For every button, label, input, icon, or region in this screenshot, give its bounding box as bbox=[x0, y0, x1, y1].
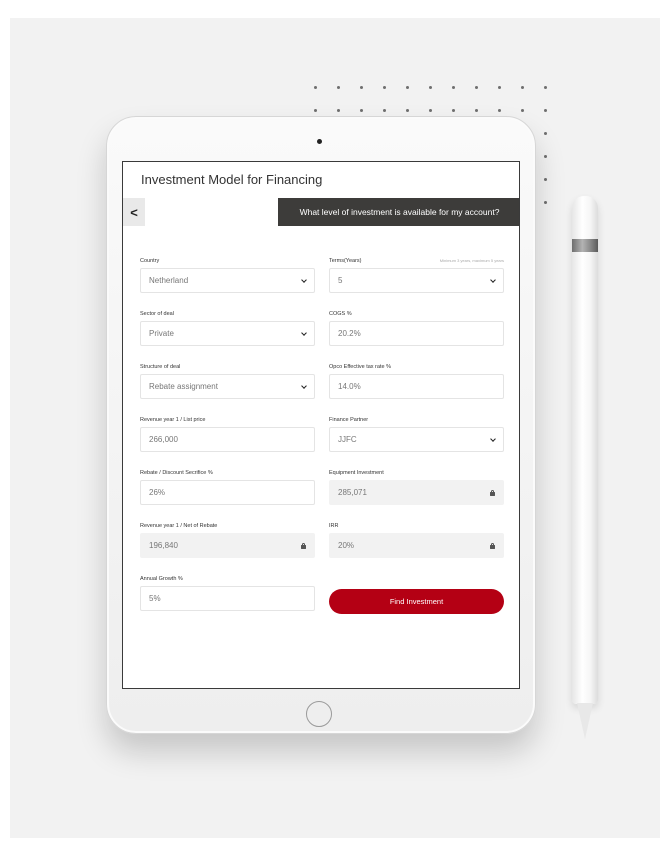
dot bbox=[429, 86, 432, 89]
dot bbox=[544, 132, 547, 135]
back-button[interactable]: < bbox=[123, 198, 145, 226]
structure-label: Structure of deal bbox=[140, 364, 181, 370]
question-banner: What level of investment is available fo… bbox=[278, 198, 519, 226]
finance-partner-select[interactable]: JJFC bbox=[329, 427, 504, 452]
dot bbox=[475, 86, 478, 89]
pencil-band bbox=[572, 239, 598, 252]
irr-field: IRR 20% bbox=[329, 522, 504, 558]
dot bbox=[337, 86, 340, 89]
finance-partner-field: Finance Partner JJFC bbox=[329, 416, 504, 452]
equipment-value: 285,071 bbox=[338, 488, 367, 497]
revenue-net-label: Revenue year 1 / Net of Rebate bbox=[140, 523, 218, 529]
app-screen: Investment Model for Financing < What le… bbox=[122, 161, 520, 689]
home-button[interactable] bbox=[306, 701, 332, 727]
chevron-down-icon bbox=[490, 276, 496, 283]
dot bbox=[429, 109, 432, 112]
revenue-net-readonly: 196,840 bbox=[140, 533, 315, 558]
dot bbox=[383, 109, 386, 112]
rebate-label: Rebate / Discount Secrifice % bbox=[140, 470, 213, 476]
sector-label: Sector of deal bbox=[140, 311, 174, 317]
cogs-input[interactable]: 20.2% bbox=[329, 321, 504, 346]
chevron-down-icon bbox=[301, 329, 307, 336]
dot bbox=[452, 109, 455, 112]
chevron-down-icon bbox=[301, 382, 307, 389]
tablet-device: Investment Model for Financing < What le… bbox=[106, 116, 536, 734]
lock-icon bbox=[301, 542, 306, 549]
sector-select[interactable]: Private bbox=[140, 321, 315, 346]
dot bbox=[383, 86, 386, 89]
equipment-field: Equipment Investment 285,071 bbox=[329, 469, 504, 505]
structure-select[interactable]: Rebate assignment bbox=[140, 374, 315, 399]
finance-partner-value: JJFC bbox=[338, 435, 357, 444]
dot bbox=[544, 155, 547, 158]
dot bbox=[360, 86, 363, 89]
rebate-value: 26% bbox=[149, 488, 166, 497]
cogs-label: COGS % bbox=[329, 311, 352, 317]
lock-icon bbox=[490, 542, 495, 549]
equipment-readonly: 285,071 bbox=[329, 480, 504, 505]
growth-field: Annual Growth % 5% bbox=[140, 575, 315, 611]
revenue-net-field: Revenue year 1 / Net of Rebate 196,840 bbox=[140, 522, 315, 558]
revenue-list-field: Revenue year 1 / List price 266,000 bbox=[140, 416, 315, 452]
irr-value: 20% bbox=[338, 541, 355, 550]
growth-value: 5% bbox=[149, 594, 161, 603]
dot bbox=[406, 109, 409, 112]
structure-value: Rebate assignment bbox=[149, 382, 218, 391]
dot bbox=[521, 86, 524, 89]
find-investment-button[interactable]: Find Investment bbox=[329, 589, 504, 614]
dot bbox=[452, 86, 455, 89]
irr-readonly: 20% bbox=[329, 533, 504, 558]
country-label: Country bbox=[140, 258, 160, 264]
revenue-list-input[interactable]: 266,000 bbox=[140, 427, 315, 452]
growth-label: Annual Growth % bbox=[140, 576, 183, 582]
chevron-down-icon bbox=[490, 435, 496, 442]
lock-icon bbox=[490, 489, 495, 496]
dot bbox=[314, 86, 317, 89]
cogs-field: COGS % 20.2% bbox=[329, 310, 504, 346]
sector-value: Private bbox=[149, 329, 174, 338]
pencil-tip bbox=[577, 703, 593, 739]
opco-tax-label: Opco Effective tax rate % bbox=[329, 364, 391, 370]
chevron-down-icon bbox=[301, 276, 307, 283]
equipment-label: Equipment Investment bbox=[329, 470, 384, 476]
dot bbox=[498, 109, 501, 112]
stylus-pencil bbox=[572, 196, 598, 744]
country-field: Country Netherland bbox=[140, 257, 315, 293]
revenue-list-label: Revenue year 1 / List price bbox=[140, 417, 206, 423]
finance-partner-label: Finance Partner bbox=[329, 417, 369, 423]
page-title: Investment Model for Financing bbox=[141, 172, 323, 187]
structure-field: Structure of deal Rebate assignment bbox=[140, 363, 315, 399]
country-select[interactable]: Netherland bbox=[140, 268, 315, 293]
dot bbox=[544, 201, 547, 204]
opco-tax-field: Opco Effective tax rate % 14.0% bbox=[329, 363, 504, 399]
revenue-list-value: 266,000 bbox=[149, 435, 178, 444]
sector-field: Sector of deal Private bbox=[140, 310, 315, 346]
pencil-shaft bbox=[572, 196, 598, 704]
terms-select[interactable]: 5 bbox=[329, 268, 504, 293]
dot bbox=[337, 109, 340, 112]
terms-field: Terms(Years) Minimum 3 years, maximum 5 … bbox=[329, 257, 504, 293]
rebate-input[interactable]: 26% bbox=[140, 480, 315, 505]
dot bbox=[475, 109, 478, 112]
dot bbox=[498, 86, 501, 89]
rebate-field: Rebate / Discount Secrifice % 26% bbox=[140, 469, 315, 505]
growth-input[interactable]: 5% bbox=[140, 586, 315, 611]
irr-label: IRR bbox=[329, 523, 339, 529]
terms-value: 5 bbox=[338, 276, 343, 285]
dot bbox=[544, 86, 547, 89]
dot bbox=[544, 178, 547, 181]
opco-tax-value: 14.0% bbox=[338, 382, 361, 391]
revenue-net-value: 196,840 bbox=[149, 541, 178, 550]
country-value: Netherland bbox=[149, 276, 189, 285]
dot bbox=[314, 109, 317, 112]
dot bbox=[406, 86, 409, 89]
dot bbox=[544, 109, 547, 112]
opco-tax-input[interactable]: 14.0% bbox=[329, 374, 504, 399]
camera-icon bbox=[317, 139, 322, 144]
dot bbox=[521, 109, 524, 112]
dot bbox=[360, 109, 363, 112]
terms-hint: Minimum 3 years, maximum 5 years bbox=[439, 258, 504, 263]
cogs-value: 20.2% bbox=[338, 329, 361, 338]
